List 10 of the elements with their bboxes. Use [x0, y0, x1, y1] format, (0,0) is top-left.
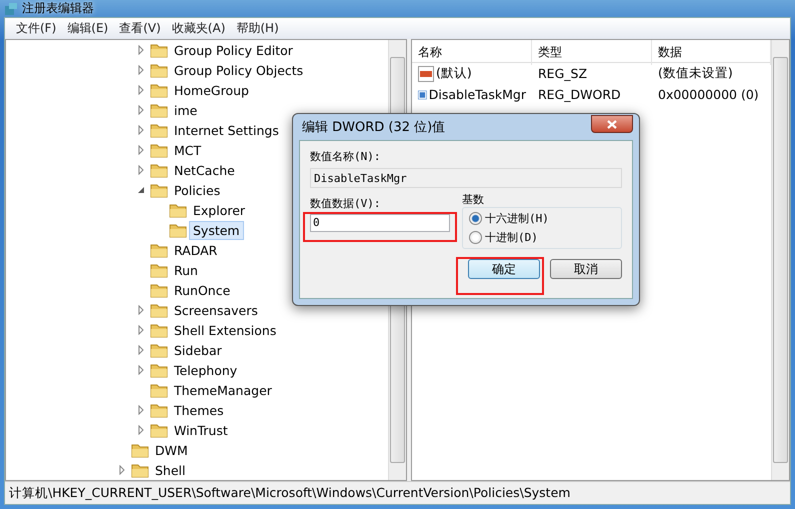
table-cell-text: (数值未设置) — [657, 65, 734, 82]
group-label: 基数 — [462, 192, 485, 207]
field-label: 数值名称(N): — [310, 149, 382, 164]
status-path: 计算机\HKEY_CURRENT_USER\Software\Microsoft\Windows\CurrentVersion\Policies\System — [9, 484, 570, 502]
table-cell-text: 0x00000000 (0) — [657, 87, 760, 102]
table-cell-text: REG_DWORD — [537, 87, 622, 102]
window-title: 注册表编辑器 — [22, 0, 94, 17]
field-label: 数值数据(V): — [310, 197, 380, 210]
table-cell-text: REG_SZ — [537, 66, 588, 81]
dialog-title: 编辑 DWORD (32 位)值 — [302, 119, 446, 136]
